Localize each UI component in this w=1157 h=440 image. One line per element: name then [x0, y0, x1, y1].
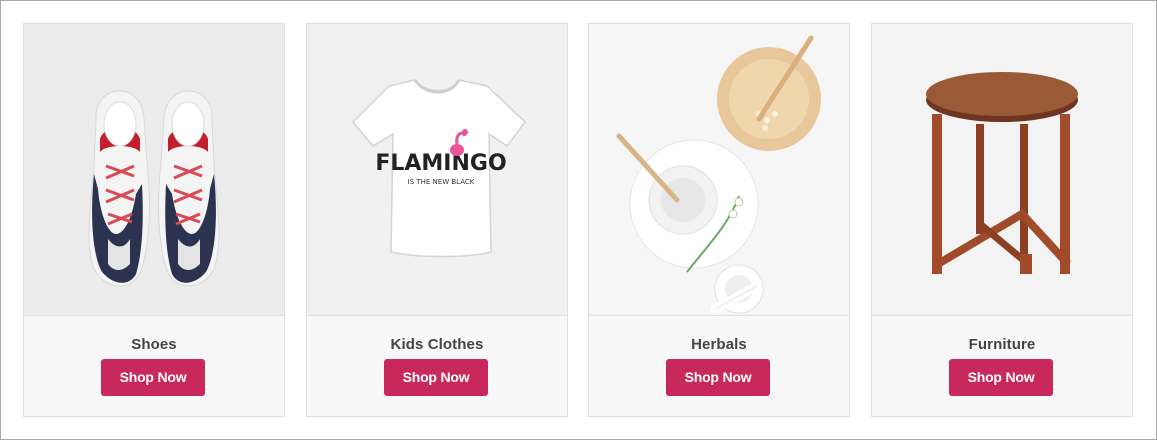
mortar-icon	[710, 264, 764, 314]
herbal-bowls-image[interactable]	[589, 24, 849, 315]
sneakers-image[interactable]	[24, 24, 284, 315]
product-card-kids-clothes: FLAMINGO IS THE NEW BLACK Kids Clothes S…	[306, 23, 568, 417]
product-card-footer: Shoes Shop Now	[24, 315, 284, 416]
product-title: Herbals	[691, 336, 747, 353]
product-title: Shoes	[131, 336, 177, 353]
product-card-footer: Furniture Shop Now	[872, 315, 1132, 416]
shop-now-button[interactable]: Shop Now	[384, 359, 488, 396]
product-card-shoes: Shoes Shop Now	[23, 23, 285, 417]
svg-text:FLAMINGO: FLAMINGO	[375, 151, 506, 176]
product-title: Kids Clothes	[390, 336, 484, 353]
wooden-stool-image[interactable]	[872, 24, 1132, 315]
shop-now-button[interactable]: Shop Now	[949, 359, 1053, 396]
shop-now-button[interactable]: Shop Now	[101, 359, 205, 396]
svg-text:IS THE NEW BLACK: IS THE NEW BLACK	[408, 178, 475, 186]
shop-now-button[interactable]: Shop Now	[666, 359, 770, 396]
product-category-grid: Shoes Shop Now FLAMINGO IS THE NEW BLACK	[0, 0, 1157, 440]
right-sneaker-icon	[158, 90, 220, 287]
product-card-furniture: Furniture Shop Now	[871, 23, 1133, 417]
product-card-footer: Kids Clothes Shop Now	[307, 315, 567, 416]
tshirt-image[interactable]: FLAMINGO IS THE NEW BLACK	[307, 24, 567, 315]
product-card-herbals: Herbals Shop Now	[588, 23, 850, 417]
left-sneaker-icon	[88, 90, 150, 287]
product-title: Furniture	[968, 336, 1036, 353]
product-card-footer: Herbals Shop Now	[589, 315, 849, 416]
